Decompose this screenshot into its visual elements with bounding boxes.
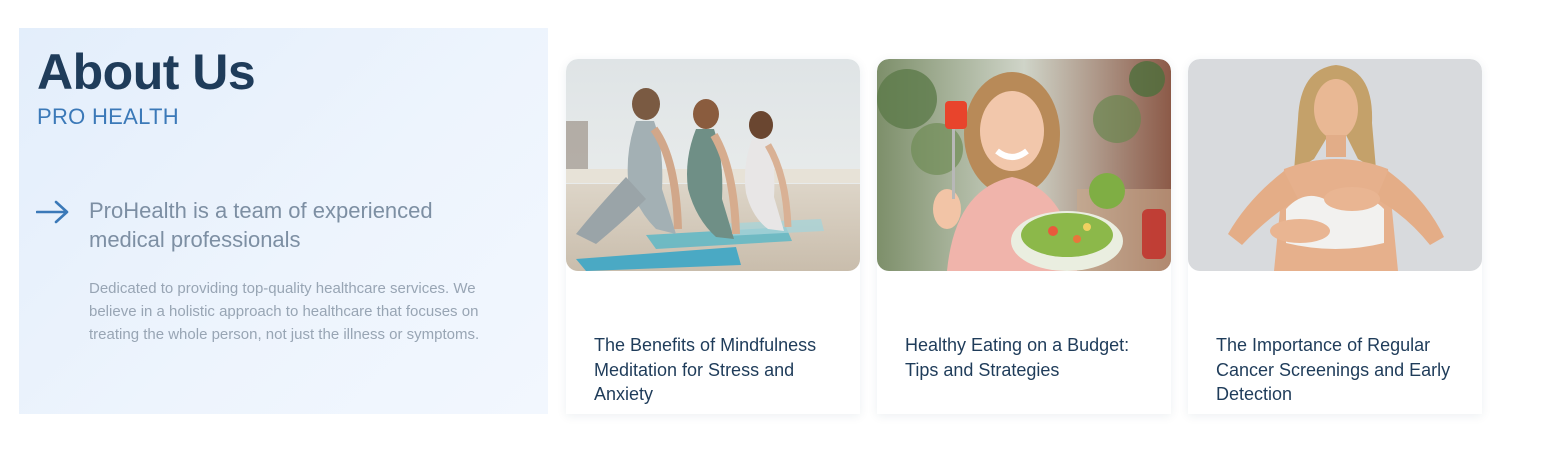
- blog-card-image[interactable]: [1188, 59, 1482, 271]
- yoga-beach-photo: [566, 59, 860, 271]
- about-subtitle: PRO HEALTH: [37, 104, 179, 129]
- blog-card-healthy-eating[interactable]: Healthy Eating on a Budget: Tips and Str…: [877, 59, 1171, 414]
- breast-self-exam-photo: [1188, 59, 1482, 271]
- blog-card-image[interactable]: [566, 59, 860, 271]
- arrow-right-icon: [36, 200, 69, 224]
- blog-card-title[interactable]: The Benefits of Mindfulness Meditation f…: [594, 333, 844, 407]
- blog-card-title[interactable]: Healthy Eating on a Budget: Tips and Str…: [905, 333, 1155, 382]
- about-body-text: Dedicated to providing top-quality healt…: [89, 280, 480, 343]
- about-title: About Us: [37, 44, 256, 100]
- blog-card-image[interactable]: [877, 59, 1171, 271]
- about-section: About Us PRO HEALTH ProHealth is a team …: [19, 28, 548, 414]
- blog-card-mindfulness[interactable]: The Benefits of Mindfulness Meditation f…: [566, 59, 860, 414]
- blog-card-cancer-screenings[interactable]: The Importance of Regular Cancer Screeni…: [1188, 59, 1482, 414]
- woman-eating-salad-photo: [877, 59, 1171, 271]
- about-lead-text: ProHealth is a team of experienced medic…: [89, 198, 433, 252]
- blog-card-title[interactable]: The Importance of Regular Cancer Screeni…: [1216, 333, 1466, 407]
